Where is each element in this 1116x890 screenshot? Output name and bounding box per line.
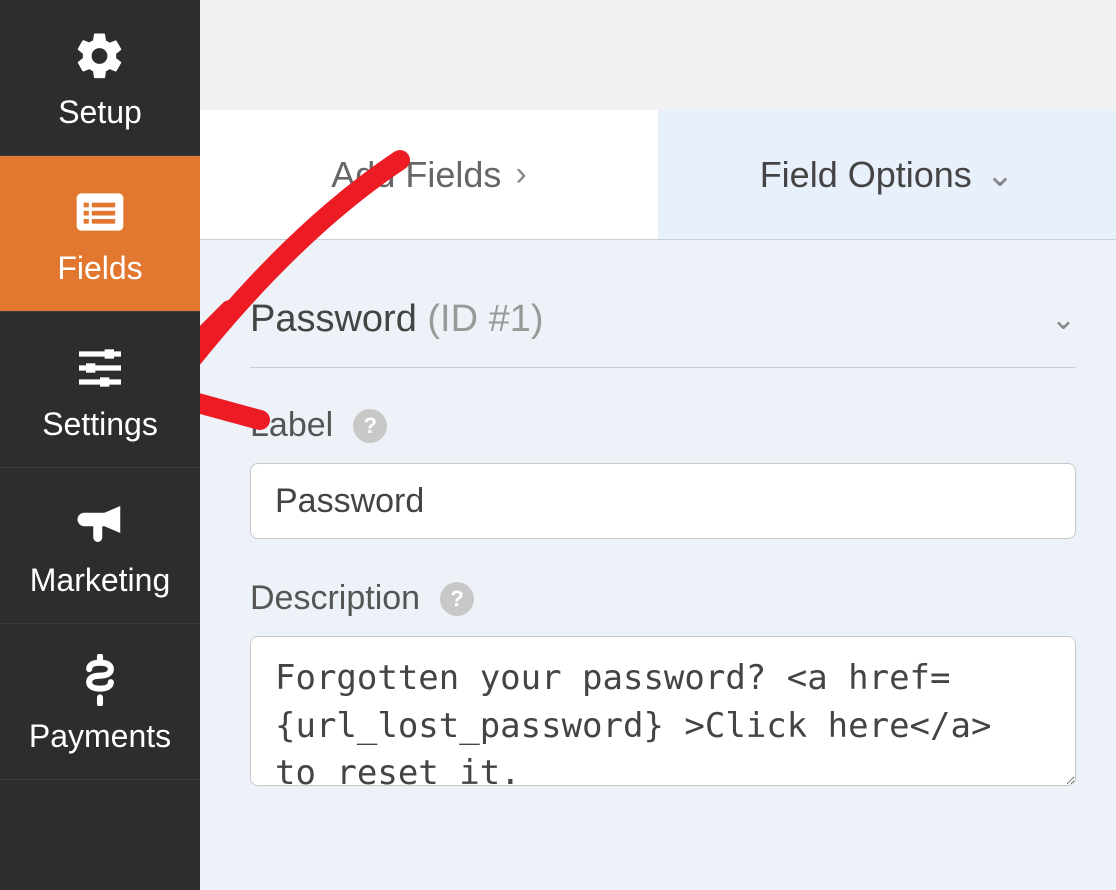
tab-add-fields-label: Add Fields: [331, 154, 501, 196]
chevron-down-icon: ⌄: [1051, 302, 1076, 337]
help-icon[interactable]: ?: [440, 582, 474, 616]
tabs-row: Add Fields › Field Options ⌄: [200, 110, 1116, 240]
field-options-panel: Password (ID #1) ⌄ Label ? Description ?: [200, 240, 1116, 890]
chevron-down-icon: ⌄: [986, 155, 1015, 195]
topbar: [200, 0, 1116, 110]
description-row: Description ?: [250, 579, 1076, 618]
sidebar-label-settings: Settings: [42, 406, 158, 443]
sidebar-item-marketing[interactable]: Marketing: [0, 468, 200, 624]
sliders-icon: [72, 340, 128, 396]
list-icon: [72, 184, 128, 240]
field-name: Password: [250, 298, 417, 340]
field-section-header[interactable]: Password (ID #1) ⌄: [250, 298, 1076, 368]
label-input[interactable]: [250, 463, 1076, 539]
sidebar-item-settings[interactable]: Settings: [0, 312, 200, 468]
help-icon[interactable]: ?: [353, 409, 387, 443]
sidebar-label-fields: Fields: [57, 250, 142, 287]
tab-field-options[interactable]: Field Options ⌄: [658, 110, 1116, 239]
sidebar-label-payments: Payments: [29, 718, 171, 755]
bullhorn-icon: [72, 496, 128, 552]
label-row: Label ?: [250, 406, 1076, 445]
gear-icon: [72, 28, 128, 84]
sidebar-item-setup[interactable]: Setup: [0, 0, 200, 156]
field-id: (ID #1): [427, 298, 543, 340]
field-section-title: Password (ID #1): [250, 298, 544, 341]
sidebar-item-payments[interactable]: Payments: [0, 624, 200, 780]
main-area: Add Fields › Field Options ⌄ Password (I…: [200, 0, 1116, 890]
description-heading: Description: [250, 579, 420, 618]
sidebar-label-setup: Setup: [58, 94, 142, 131]
tab-field-options-label: Field Options: [760, 154, 972, 196]
description-textarea[interactable]: [250, 636, 1076, 786]
sidebar-item-fields[interactable]: Fields: [0, 156, 200, 312]
sidebar: Setup Fields Settings Marketing Payments: [0, 0, 200, 890]
label-heading: Label: [250, 406, 333, 445]
dollar-icon: [72, 652, 128, 708]
tab-add-fields[interactable]: Add Fields ›: [200, 110, 658, 239]
chevron-right-icon: ›: [515, 155, 526, 194]
sidebar-label-marketing: Marketing: [30, 562, 171, 599]
